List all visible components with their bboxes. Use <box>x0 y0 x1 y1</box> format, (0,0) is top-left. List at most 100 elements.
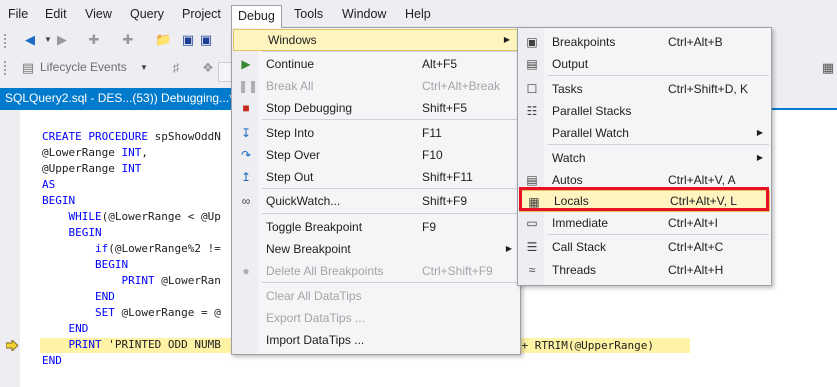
menu-item-shortcut: Ctrl+Shift+F9 <box>422 264 493 278</box>
menu-item-label: Tasks <box>552 82 583 96</box>
menu-item-immediate[interactable]: ▭ Immediate Ctrl+Alt+I <box>518 212 771 234</box>
menu-item-new-breakpoint[interactable]: New Breakpoint ▶ <box>232 238 520 260</box>
menu-separator <box>548 234 769 235</box>
toolbar-grip[interactable] <box>3 60 7 76</box>
menu-item-breakpoints[interactable]: ▣ Breakpoints Ctrl+Alt+B <box>518 31 771 53</box>
code-line: if(@LowerRange%2 != <box>94 242 221 255</box>
execution-arrow-icon <box>6 340 18 351</box>
dropdown-arrow-icon[interactable]: ▼ <box>136 60 152 76</box>
menu-item-label: Toggle Breakpoint <box>266 220 363 234</box>
menu-project[interactable]: Project <box>176 4 227 24</box>
menu-item-shortcut: Ctrl+Alt+H <box>668 263 724 277</box>
filter-icon[interactable]: ♯ <box>168 60 184 76</box>
forward-icon[interactable]: ▶ <box>54 32 70 48</box>
menu-item-shortcut: F9 <box>422 220 437 234</box>
menu-item-threads[interactable]: ≈ Threads Ctrl+Alt+H <box>518 259 771 281</box>
menu-item-break-all[interactable]: ❚❚ Break All Ctrl+Alt+Break <box>232 75 520 97</box>
lifecycle-icon: ▤ <box>21 60 35 75</box>
menu-item-toggle-breakpoint[interactable]: Toggle Breakpoint F9 <box>232 216 520 238</box>
menu-window[interactable]: Window <box>336 4 392 24</box>
menu-query[interactable]: Query <box>124 4 170 24</box>
menu-item-parallel-stacks[interactable]: ☷ Parallel Stacks <box>518 100 771 122</box>
menu-edit[interactable]: Edit <box>39 4 73 24</box>
thread-icon[interactable]: ❖ <box>200 60 216 76</box>
menu-item-parallel-watch[interactable]: Parallel Watch ▶ <box>518 122 771 144</box>
code-line: AS <box>42 178 56 191</box>
debug-menu: Windows ▶ ▶ Continue Alt+F5 ❚❚ Break All Ctrl+A… <box>231 27 521 355</box>
code-line: BEGIN <box>42 194 76 207</box>
threads-icon: ≈ <box>528 263 536 277</box>
menu-item-shortcut: Ctrl+Alt+C <box>668 240 724 254</box>
highlight-box-locals <box>519 187 769 211</box>
menu-separator <box>262 188 518 189</box>
overflow-icon[interactable]: ▦ <box>820 60 836 76</box>
code-line: END <box>94 290 115 303</box>
menu-item-shortcut: Alt+F5 <box>422 57 458 71</box>
windows-submenu: ▣ Breakpoints Ctrl+Alt+B ▤ Output ☐ Tasks Ctrl+… <box>517 27 772 286</box>
menu-item-export-datatips[interactable]: Export DataTips ... <box>232 307 520 329</box>
menu-item-label: Output <box>552 57 589 71</box>
code-line: CREATE PROCEDURE spShowOddN <box>42 130 221 143</box>
menu-item-stop-debugging[interactable]: ■ Stop Debugging Shift+F5 <box>232 97 520 119</box>
menu-item-step-into[interactable]: ↧ Step Into F11 <box>232 122 520 144</box>
menu-bar: File Edit View Query Project Debug Tools… <box>0 0 837 28</box>
menu-item-label: Import DataTips ... <box>266 333 365 347</box>
menu-item-watch[interactable]: Watch ▶ <box>518 147 771 169</box>
autos-icon: ▤ <box>526 173 538 187</box>
document-tab[interactable]: SQLQuery2.sql - DES...(53)) Debugging...… <box>0 88 242 108</box>
glasses-icon: ∞ <box>241 194 251 208</box>
menu-debug[interactable]: Debug <box>231 5 282 28</box>
menu-item-label: Step Out <box>266 170 314 184</box>
submenu-arrow-icon: ▶ <box>756 153 763 162</box>
menu-item-tasks[interactable]: ☐ Tasks Ctrl+Shift+D, K <box>518 78 771 100</box>
code-line: BEGIN <box>94 258 129 271</box>
menu-item-clear-all-datatips[interactable]: Clear All DataTips <box>232 285 520 307</box>
code-line: PRINT 'PRINTED ODD NUMB <box>68 338 221 351</box>
stop-icon: ■ <box>242 101 250 115</box>
menu-item-label: Parallel Watch <box>552 126 629 140</box>
menu-item-shortcut: Ctrl+Alt+Break <box>422 79 501 93</box>
menu-help[interactable]: Help <box>399 4 437 24</box>
pause-icon: ❚❚ <box>238 79 259 93</box>
lifecycle-events-dropdown[interactable]: Lifecycle Events <box>40 60 127 74</box>
menu-item-shortcut: Ctrl+Alt+I <box>668 216 719 230</box>
menu-item-label: New Breakpoint <box>266 242 351 256</box>
menu-item-label: Continue <box>266 57 315 71</box>
save-icon[interactable]: ▣ <box>180 32 196 48</box>
toolbar-grip[interactable] <box>3 33 7 49</box>
add-item-icon[interactable]: ✚ <box>120 32 136 48</box>
output-icon: ▤ <box>526 57 538 71</box>
code-line: @LowerRange INT, <box>42 146 148 159</box>
breakpoints-window-icon: ▣ <box>526 35 538 49</box>
code-line: END <box>42 354 62 367</box>
menu-item-label: Step Over <box>266 148 321 162</box>
menu-item-label: Threads <box>552 263 597 277</box>
menu-item-import-datatips[interactable]: Import DataTips ... <box>232 329 520 351</box>
step-over-icon: ↷ <box>240 148 252 162</box>
menu-item-delete-all-breakpoints[interactable]: ● Delete All Breakpoints Ctrl+Shift+F9 <box>232 260 520 282</box>
new-project-icon[interactable]: ✚ <box>86 32 102 48</box>
back-icon[interactable]: ◀ <box>22 32 38 48</box>
open-folder-icon[interactable]: 📁 <box>155 32 171 48</box>
menu-item-label: Clear All DataTips <box>266 289 362 303</box>
submenu-arrow-icon: ▶ <box>756 128 763 137</box>
tasks-icon: ☐ <box>526 82 538 96</box>
menu-separator <box>262 51 518 52</box>
code-line: END <box>68 322 89 335</box>
menu-item-quickwatch[interactable]: ∞ QuickWatch... Shift+F9 <box>232 190 520 212</box>
menu-item-step-out[interactable]: ↥ Step Out Shift+F11 <box>232 166 520 188</box>
menu-view[interactable]: View <box>79 4 118 24</box>
menu-tools[interactable]: Tools <box>288 4 329 24</box>
menu-item-label: Call Stack <box>552 240 607 254</box>
menu-file[interactable]: File <box>2 4 34 24</box>
menu-item-call-stack[interactable]: ☰ Call Stack Ctrl+Alt+C <box>518 236 771 258</box>
menu-item-continue[interactable]: ▶ Continue Alt+F5 <box>232 53 520 75</box>
menu-separator <box>262 282 518 283</box>
menu-item-windows[interactable]: Windows ▶ <box>233 29 519 51</box>
save-all-icon[interactable]: ▣ <box>198 32 214 48</box>
immediate-icon: ▭ <box>526 216 538 230</box>
menu-item-step-over[interactable]: ↷ Step Over F10 <box>232 144 520 166</box>
menu-item-label: Windows <box>268 33 317 47</box>
menu-item-label: Immediate <box>552 216 609 230</box>
menu-item-output[interactable]: ▤ Output <box>518 53 771 75</box>
